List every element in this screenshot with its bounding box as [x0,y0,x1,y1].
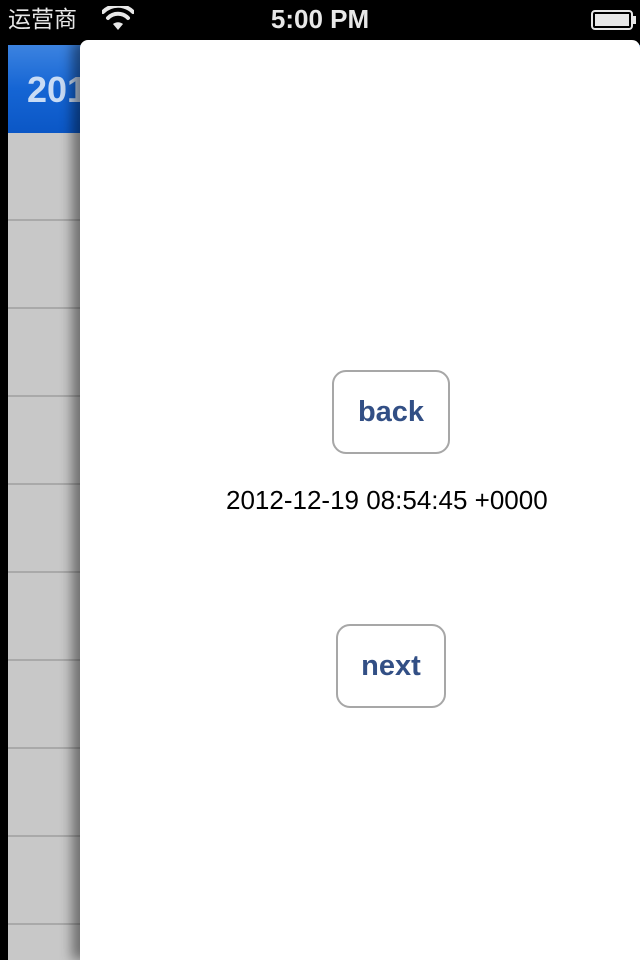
status-bar: 运营商 5:00 PM [0,0,640,40]
back-button[interactable]: back [332,370,450,454]
background-header-title: 201 [27,69,88,110]
next-button[interactable]: next [336,624,446,708]
clock: 5:00 PM [270,4,370,34]
detail-panel: back 2012-12-19 08:54:45 +0000 next [80,40,640,960]
date-label: 2012-12-19 08:54:45 +0000 [226,485,548,515]
device-screen: 运营商 5:00 PM 201 back 2012-12-19 08:54:45… [0,0,640,960]
battery-full-icon [591,10,636,30]
